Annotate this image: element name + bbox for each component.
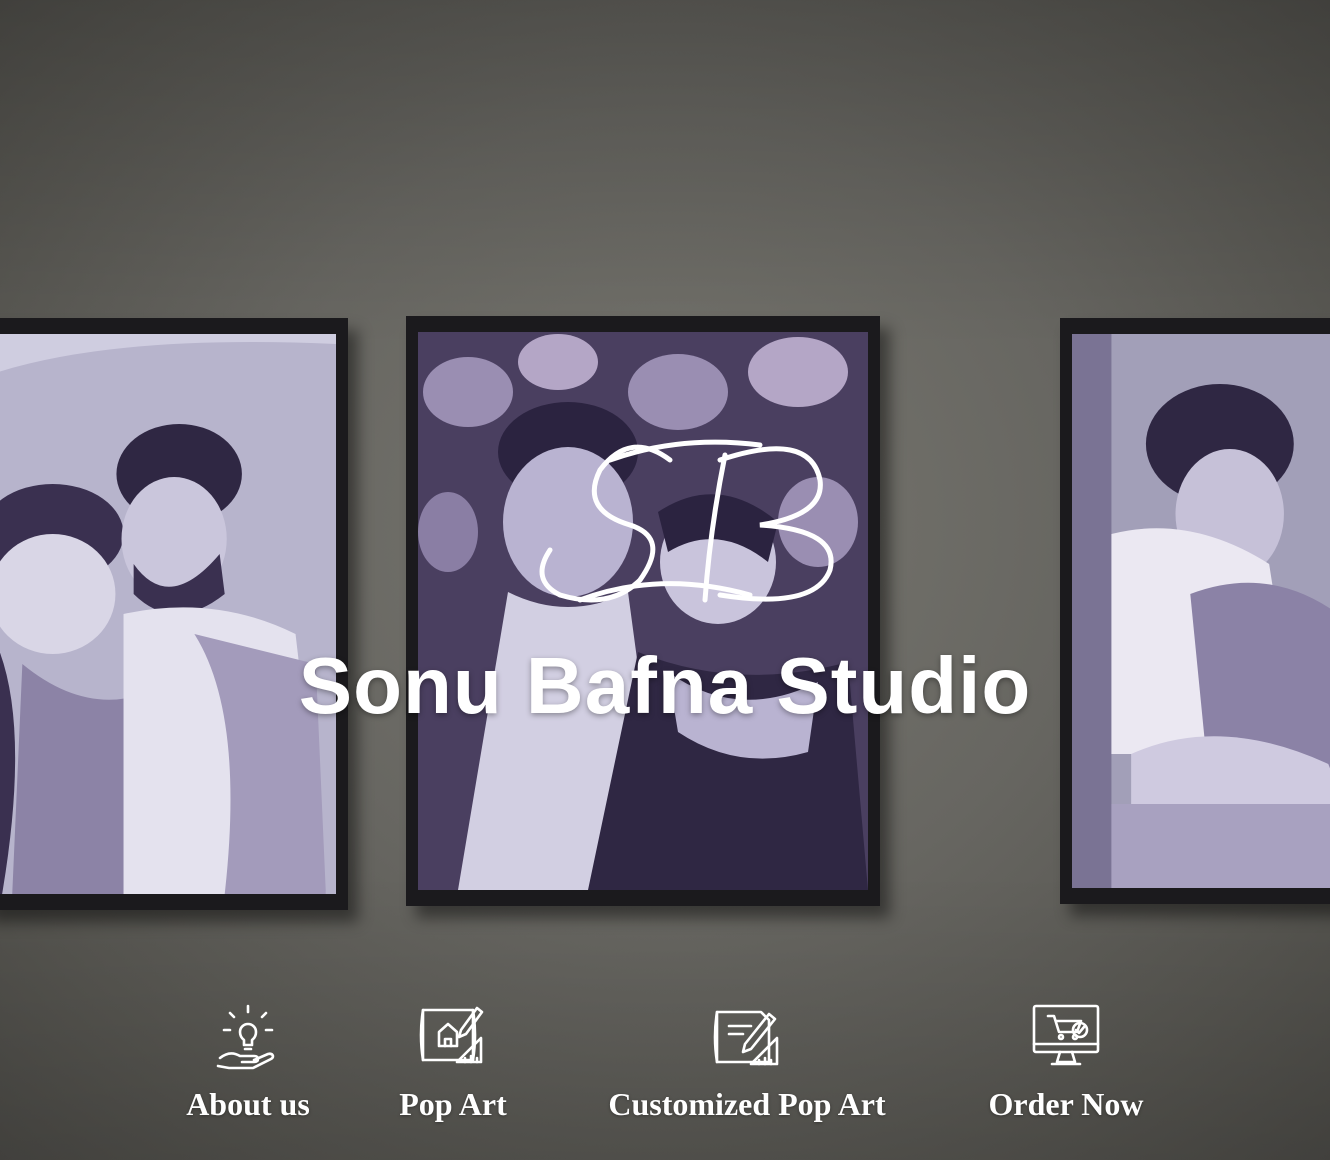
left-portrait-art	[0, 334, 336, 894]
nav-about-us[interactable]: About us	[170, 1000, 326, 1140]
sb-monogram-logo	[520, 420, 860, 620]
studio-title: Sonu Bafna Studio	[298, 641, 1032, 730]
nav-label-customized-pop-art: Customized Pop Art	[608, 1086, 886, 1122]
right-portrait-art	[1072, 334, 1330, 888]
blueprint-icon	[417, 1000, 489, 1072]
nav-label-about-us: About us	[186, 1086, 310, 1122]
gallery-frame-left	[0, 318, 348, 910]
gallery-frame-right	[1060, 318, 1330, 904]
monitor-cart-icon	[1030, 1000, 1102, 1072]
nav-order-now[interactable]: Order Now	[972, 1000, 1160, 1140]
drafting-tools-icon	[711, 1000, 783, 1072]
nav-label-pop-art: Pop Art	[399, 1086, 507, 1122]
nav-label-order-now: Order Now	[988, 1086, 1144, 1122]
nav-customized-pop-art[interactable]: Customized Pop Art	[585, 1000, 909, 1140]
nav-pop-art[interactable]: Pop Art	[378, 1000, 528, 1140]
lightbulb-hand-icon	[212, 1000, 284, 1072]
